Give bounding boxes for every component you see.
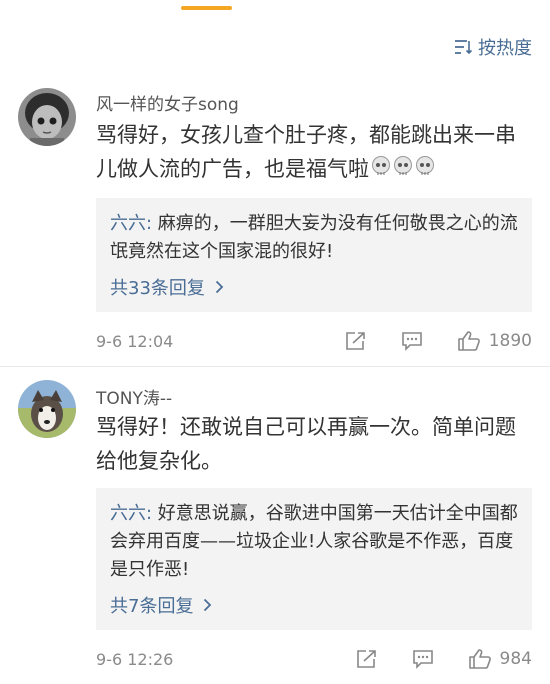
avatar[interactable] xyxy=(18,380,76,438)
share-button[interactable] xyxy=(356,649,378,669)
like-count: 984 xyxy=(499,649,532,669)
reply-author[interactable]: 六六: xyxy=(110,503,152,524)
view-replies-link[interactable]: 共33条回复 xyxy=(110,274,518,300)
tab-indicator xyxy=(181,6,232,10)
like-button[interactable]: 984 xyxy=(468,648,532,670)
sort-label: 按热度 xyxy=(478,38,532,59)
share-icon xyxy=(356,650,376,668)
reply-text: 六六: 麻痹的，一群胆大妄为没有任何敬畏之心的流氓竟然在这个国家混的很好! xyxy=(110,213,518,262)
thumbs-up-icon xyxy=(468,649,491,669)
comment-button[interactable] xyxy=(401,331,423,351)
reply-author[interactable]: 六六: xyxy=(110,213,152,234)
share-button[interactable] xyxy=(345,331,367,351)
avatar[interactable] xyxy=(18,88,76,146)
like-count: 1890 xyxy=(488,331,532,351)
comment-text: 骂得好！还敢说自己可以再赢一次。简单问题给他复杂化。 xyxy=(96,415,516,473)
username[interactable]: TONY涛-- xyxy=(96,384,172,409)
chevron-right-icon xyxy=(204,598,212,612)
comment-icon xyxy=(401,332,422,351)
comment-footer: 9-6 12:26 984 xyxy=(96,648,532,670)
sort-by-hot-button[interactable]: 按热度 xyxy=(454,34,532,60)
reply-text: 六六: 好意思说赢，谷歌进中国第一天估计全中国都会弃用百度——垃圾企业!人家谷歌… xyxy=(110,503,518,580)
comment-icon xyxy=(412,650,433,669)
reply-preview[interactable]: 六六: 麻痹的，一群胆大妄为没有任何敬畏之心的流氓竟然在这个国家混的很好! 共3… xyxy=(96,198,532,312)
view-replies-link[interactable]: 共7条回复 xyxy=(110,592,518,618)
sort-icon xyxy=(455,40,472,55)
divider xyxy=(0,366,550,367)
comment-footer: 9-6 12:04 1890 xyxy=(96,330,532,352)
comment-button[interactable] xyxy=(412,649,434,669)
comment-text: 骂得好，女孩儿查个肚子疼，都能跳出来一串儿做人流的广告，也是福气啦 xyxy=(96,118,536,187)
skull-emoji-icon xyxy=(370,153,436,187)
thumbs-up-icon xyxy=(457,331,480,351)
share-icon xyxy=(345,332,365,350)
chevron-right-icon xyxy=(215,280,224,294)
timestamp: 9-6 12:26 xyxy=(96,649,174,669)
reply-preview[interactable]: 六六: 好意思说赢，谷歌进中国第一天估计全中国都会弃用百度——垃圾企业!人家谷歌… xyxy=(96,488,532,630)
timestamp: 9-6 12:04 xyxy=(96,331,174,351)
like-button[interactable]: 1890 xyxy=(457,330,532,352)
username[interactable]: 风一样的女子song xyxy=(96,90,239,115)
